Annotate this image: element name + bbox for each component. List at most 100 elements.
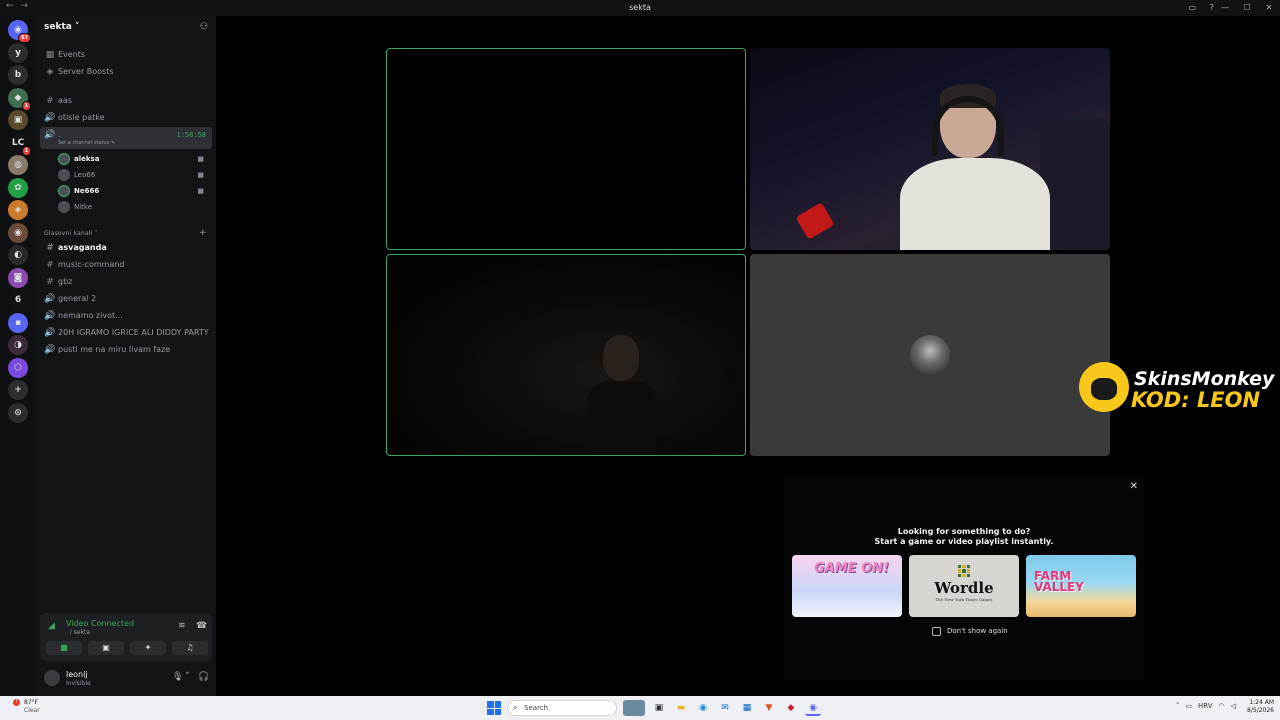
channel-item[interactable]: # asvaganda	[40, 240, 212, 256]
server-icon[interactable]: ◉ 67	[8, 20, 31, 43]
edge-icon[interactable]: ◉	[695, 700, 711, 716]
close-window-button[interactable]: ✕	[1258, 0, 1280, 16]
inbox-icon[interactable]: ▭	[1188, 3, 1196, 12]
avatar	[58, 201, 70, 213]
server-icon[interactable]: ◙	[8, 267, 28, 288]
channel-label: gbz	[58, 277, 73, 286]
system-tray[interactable]: ˄ ▭ HRV ◠ ◁	[1176, 702, 1236, 710]
menu-label: Server Boosts	[58, 67, 114, 76]
server-icon[interactable]: ◉	[8, 222, 28, 243]
discord-icon[interactable]: ◉	[805, 700, 821, 716]
server-icon[interactable]: ▣	[8, 110, 28, 130]
server-icon[interactable]: ◑	[8, 335, 28, 355]
channel-item[interactable]: 🔊 general 2	[40, 291, 212, 307]
username[interactable]: leonlj	[66, 670, 88, 679]
clock-date: 8/5/2026	[1247, 707, 1274, 714]
channel-item[interactable]: 🔊 pusti me na miru livam faze	[40, 342, 212, 358]
voice-user[interactable]: Nitke	[56, 199, 212, 215]
file-explorer-icon[interactable]: ▬	[673, 700, 689, 716]
server-icon[interactable]: +	[8, 380, 28, 400]
maximize-button[interactable]: ☐	[1236, 0, 1258, 16]
clock[interactable]: 1:24 AM 8/5/2026	[1247, 699, 1274, 715]
channel-label: 20H IGRAMO IGRICE ALI DIDDY PARTY	[58, 328, 209, 337]
server-header[interactable]: sekta ˅ ⚇	[36, 16, 216, 40]
brave-icon[interactable]: ▼	[761, 700, 777, 716]
hash-icon: #	[46, 96, 54, 106]
channel-item[interactable]: # music-command	[40, 257, 212, 273]
server-icon[interactable]: ◆ 1	[8, 87, 31, 111]
channel-active-voice[interactable]: 🔊 . 1:58:58 Set a channel status ✎	[40, 127, 212, 149]
widgets-icon[interactable]	[623, 700, 645, 716]
server-icon[interactable]: 6	[8, 290, 28, 310]
add-channel-icon[interactable]: +	[199, 228, 207, 238]
channel-item[interactable]: 🔊 nemamo zivot...	[40, 308, 212, 324]
headphones-icon[interactable]: 🎧	[198, 672, 209, 682]
voice-user[interactable]: aleksa ■	[56, 151, 212, 167]
signal-icon[interactable]: ◢	[48, 621, 55, 631]
dont-show-again-label[interactable]: Don't show again	[947, 627, 1008, 635]
volume-icon[interactable]: ◁	[1231, 702, 1236, 710]
server-icon[interactable]: b	[8, 65, 28, 85]
gaming-chair	[1040, 118, 1110, 248]
start-button[interactable]	[487, 701, 501, 715]
voice-user[interactable]: Ne666 ■	[56, 183, 212, 199]
menu-server-boosts[interactable]: ◈ Server Boosts	[40, 64, 212, 80]
category-glasovni-kanali[interactable]: Glasovni kanali ˅ +	[44, 228, 207, 238]
dont-show-again-checkbox[interactable]	[932, 627, 941, 636]
microphone-icon[interactable]: 🎙	[172, 672, 183, 682]
close-icon[interactable]: ✕	[1130, 481, 1138, 492]
screen-share-button[interactable]: ▣	[88, 641, 124, 655]
invite-icon[interactable]: ⚇	[200, 22, 208, 32]
activity-card-farm-valley[interactable]: FARM VALLEY	[1026, 555, 1136, 617]
channel-otisle-patke[interactable]: 🔊 otisle patke	[40, 110, 212, 126]
speaker-icon: 🔊	[44, 130, 56, 140]
voice-user[interactable]: Leo66 ■	[56, 167, 212, 183]
server-icon[interactable]: ◍	[8, 155, 28, 175]
minimize-button[interactable]: —	[1214, 0, 1236, 16]
server-icon[interactable]: ◐	[8, 245, 28, 265]
camera-icon: ■	[197, 171, 204, 179]
camera-icon: ■	[197, 155, 204, 163]
camera-button[interactable]: ■	[46, 641, 82, 655]
channel-item[interactable]: # gbz	[40, 274, 212, 290]
activity-card-wordle[interactable]: Wordle The New York Times Games	[909, 555, 1019, 617]
speaker-icon: 🔊	[44, 311, 56, 321]
avatar[interactable]	[44, 670, 60, 686]
network-icon[interactable]: ▭	[1185, 702, 1192, 710]
app-icon[interactable]: ◆	[783, 700, 799, 716]
disconnect-icon[interactable]: ☎	[196, 621, 207, 631]
task-view-icon[interactable]: ▣	[651, 700, 667, 716]
avatar	[58, 185, 70, 197]
server-icon-label: ◉	[14, 227, 22, 238]
channel-item[interactable]: 🔊 20H IGRAMO IGRICE ALI DIDDY PARTY	[40, 325, 212, 341]
channel-aas[interactable]: # aas	[40, 93, 212, 109]
wifi-icon[interactable]: ◠	[1219, 702, 1225, 710]
clock-time: 1:24 AM	[1249, 699, 1274, 706]
taskbar-search[interactable]: Search	[507, 700, 617, 716]
language-indicator[interactable]: HRV	[1198, 702, 1213, 710]
video-tile-ne666[interactable]	[386, 254, 746, 456]
server-icon[interactable]: y	[8, 42, 28, 63]
server-icon[interactable]: ◈	[8, 200, 28, 220]
menu-events[interactable]: ▦ Events	[40, 47, 212, 63]
avatar	[910, 335, 950, 375]
activity-button[interactable]: ✦	[130, 641, 166, 655]
chevron-down-icon[interactable]: ˅	[185, 672, 190, 682]
video-tile-avatar[interactable]	[750, 254, 1110, 456]
voice-status-title[interactable]: Video Connected	[66, 619, 134, 628]
mail-icon[interactable]: ✉	[717, 700, 733, 716]
server-icon[interactable]: ⊙	[8, 402, 28, 423]
activity-card-game-on[interactable]: GAME ON!	[792, 555, 902, 617]
soundboard-button[interactable]: ♫	[172, 641, 208, 655]
server-icon[interactable]: ✿	[8, 177, 28, 198]
chevron-up-icon[interactable]: ˄	[1176, 702, 1180, 710]
noise-suppression-icon[interactable]: ≋	[178, 621, 186, 631]
store-icon[interactable]: ▦	[739, 700, 755, 716]
set-channel-status[interactable]: Set a channel status ✎	[58, 139, 115, 147]
video-tile-aleksa[interactable]	[386, 48, 746, 250]
server-icon[interactable]: ▪	[8, 312, 28, 333]
server-icon[interactable]: LC 1	[8, 132, 31, 156]
video-tile-webcam[interactable]	[750, 48, 1110, 250]
server-name[interactable]: sekta ˅	[44, 22, 79, 32]
server-icon[interactable]: ⬡	[8, 357, 28, 378]
